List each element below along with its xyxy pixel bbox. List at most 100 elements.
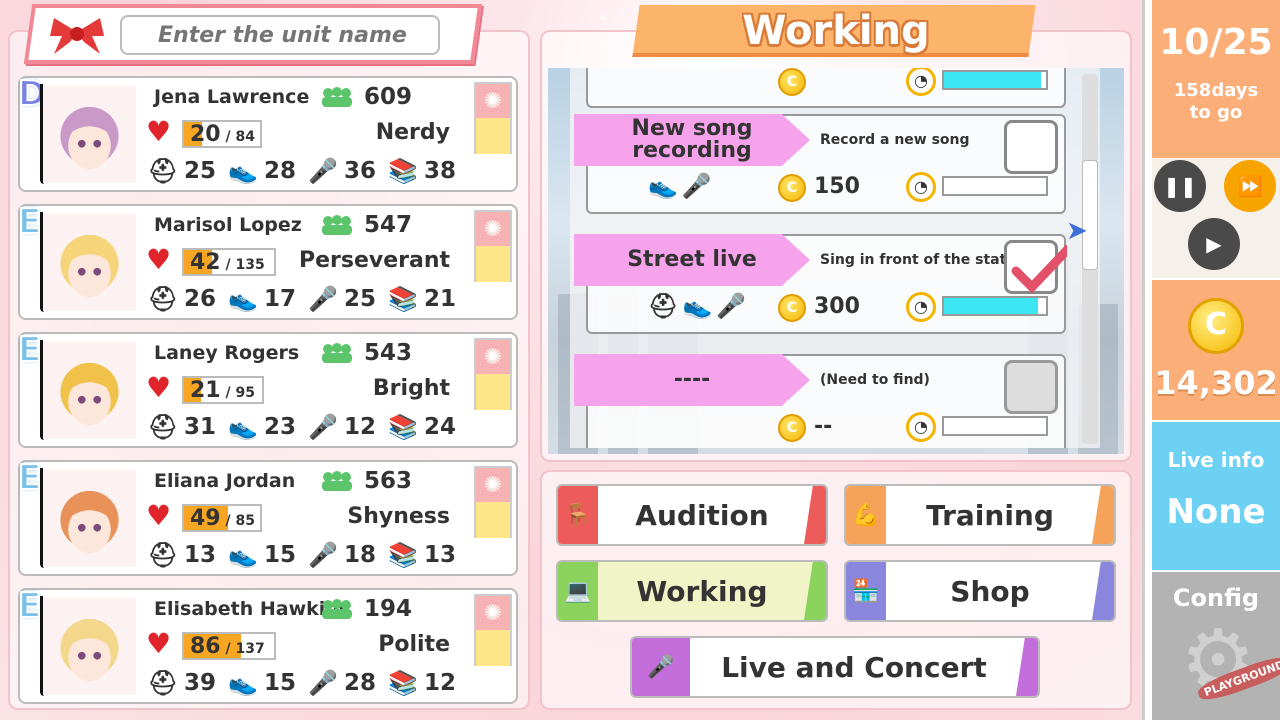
unit-status-box[interactable]: ✺ bbox=[474, 338, 512, 410]
unit-stat: ⛑ 31 bbox=[146, 412, 226, 442]
clock-icon: ◔ bbox=[906, 172, 936, 202]
job-progress bbox=[942, 176, 1048, 196]
unit-status-box[interactable]: ✺ bbox=[474, 82, 512, 154]
stat-value: 17 bbox=[264, 286, 297, 312]
desk-icon: 💻 bbox=[558, 562, 598, 620]
unit-card[interactable]: E Marisol Lopez 547 ♥ 42 / 135 Persevera… bbox=[17, 201, 518, 320]
fast-forward-button[interactable]: ⏩ bbox=[1224, 160, 1276, 212]
heart-icon: ♥ bbox=[146, 627, 172, 660]
audition-icon: 🪑 bbox=[558, 486, 598, 544]
fans-icon bbox=[322, 471, 352, 491]
sidebar-divider bbox=[1142, 0, 1145, 720]
config-label: Config bbox=[1172, 584, 1260, 612]
unit-card[interactable]: E Elisabeth Hawkins 194 ♥ 86 / 137 Polit… bbox=[17, 585, 518, 704]
unit-stat: 👟 28 bbox=[226, 156, 306, 186]
job-pay: -- bbox=[814, 414, 833, 439]
job-name-tag: ---- bbox=[574, 354, 810, 406]
microphone-icon: 🎤 bbox=[308, 285, 338, 313]
shoes-icon: 👟 bbox=[228, 669, 258, 697]
unit-status-box[interactable]: ✺ bbox=[474, 210, 512, 282]
sun-icon: ✺ bbox=[476, 596, 510, 630]
job-progress bbox=[942, 70, 1048, 90]
fans-icon bbox=[322, 215, 352, 235]
microphone-icon: 🎤 bbox=[308, 157, 338, 185]
microphone-icon: 🎤 bbox=[308, 541, 338, 569]
job-scroll-thumb[interactable] bbox=[1082, 160, 1098, 270]
job-checkbox[interactable] bbox=[1004, 360, 1058, 414]
helmet-icon: ⛑ bbox=[147, 285, 179, 313]
helmet-icon: ⛑ bbox=[147, 669, 179, 697]
unit-stat: ⛑ 39 bbox=[146, 668, 226, 698]
unit-status-box[interactable]: ✺ bbox=[474, 466, 512, 538]
unit-name: Marisol Lopez bbox=[154, 214, 302, 236]
stat-value: 28 bbox=[264, 158, 297, 184]
unit-stat: 📚 21 bbox=[386, 284, 466, 314]
clock-icon: ◔ bbox=[906, 68, 936, 96]
fans-icon bbox=[322, 87, 352, 107]
books-icon: 📚 bbox=[388, 541, 418, 569]
stat-value: 31 bbox=[184, 414, 217, 440]
live-concert-button[interactable]: 🎤 Live and Concert bbox=[630, 636, 1040, 698]
money-amount: 14,302 bbox=[1154, 364, 1278, 402]
heart-icon: ♥ bbox=[146, 371, 172, 404]
live-info-label: Live info bbox=[1167, 448, 1265, 472]
days-remaining: 158days to go bbox=[1152, 80, 1280, 124]
unit-stat: 📚 24 bbox=[386, 412, 466, 442]
unit-card[interactable]: D Jena Lawrence 609 ♥ 20 / 84 Nerdy ⛑ 25 👟… bbox=[17, 73, 518, 192]
shoes-icon: 👟 bbox=[228, 157, 258, 185]
coin-icon: C bbox=[778, 68, 806, 96]
fans-icon bbox=[322, 343, 352, 363]
unit-hp: 42 / 135 bbox=[182, 248, 276, 276]
hp-value: 20 bbox=[190, 122, 221, 147]
unit-stat: 🎤 18 bbox=[306, 540, 386, 570]
shop-button[interactable]: 🏪 Shop bbox=[844, 560, 1116, 622]
unit-fans: 194 bbox=[364, 596, 413, 622]
job-card[interactable]: ---- (Need to find) C -- ◔ bbox=[574, 354, 1066, 448]
job-name: New song recording bbox=[631, 116, 753, 163]
audition-button[interactable]: 🪑 Audition bbox=[556, 484, 828, 546]
job-progress-fill bbox=[944, 298, 1038, 314]
stat-value: 24 bbox=[424, 414, 457, 440]
job-checkbox[interactable] bbox=[1004, 120, 1058, 174]
stat-value: 12 bbox=[344, 414, 377, 440]
training-button[interactable]: 💪 Training bbox=[844, 484, 1116, 546]
stat-value: 38 bbox=[424, 158, 457, 184]
unit-stat: 🎤 28 bbox=[306, 668, 386, 698]
job-progress bbox=[942, 416, 1048, 436]
unit-portrait bbox=[40, 468, 136, 568]
unit-stat: 👟 17 bbox=[226, 284, 306, 314]
hp-value: 49 bbox=[190, 506, 221, 531]
coin-icon: C bbox=[778, 174, 806, 202]
audition-label: Audition bbox=[635, 498, 769, 532]
stat-value: 28 bbox=[344, 670, 377, 696]
shoes-icon: 👟 bbox=[228, 541, 258, 569]
bg-dot bbox=[600, 14, 606, 20]
job-progress bbox=[942, 296, 1048, 316]
unit-portrait bbox=[40, 596, 136, 696]
unit-search-input[interactable] bbox=[120, 15, 440, 55]
job-card[interactable]: Street live Sing in front of the station… bbox=[574, 234, 1073, 334]
unit-card[interactable]: E Laney Rogers 543 ♥ 21 / 95 Bright ⛑ 31 👟… bbox=[17, 329, 518, 448]
unit-trait: Shyness bbox=[347, 504, 450, 529]
fans-icon bbox=[322, 599, 352, 619]
unit-stats: ⛑ 26 👟 17 🎤 25 📚 21 bbox=[146, 284, 466, 314]
working-button[interactable]: 💻 Working bbox=[556, 560, 828, 622]
unit-portrait bbox=[40, 84, 136, 184]
job-list[interactable]: C ◔ New song recording Record a new song… bbox=[570, 68, 1100, 448]
unit-card[interactable]: E Eliana Jordan 563 ♥ 49 / 85 Shyness ⛑ 1… bbox=[17, 457, 518, 576]
microphone-icon: 🎤 bbox=[308, 669, 338, 697]
unit-status-box[interactable]: ✺ bbox=[474, 594, 512, 666]
unit-stat: ⛑ 26 bbox=[146, 284, 226, 314]
pause-button[interactable]: ❚❚ bbox=[1154, 160, 1206, 212]
hp-max: 84 bbox=[235, 129, 255, 145]
job-checkbox[interactable] bbox=[1004, 240, 1073, 294]
unit-stat: 📚 38 bbox=[386, 156, 466, 186]
unit-stat: 📚 13 bbox=[386, 540, 466, 570]
sun-icon: ✺ bbox=[476, 468, 510, 502]
heart-icon: ♥ bbox=[146, 499, 172, 532]
play-button[interactable]: ▶ bbox=[1188, 218, 1240, 270]
unit-fans: 543 bbox=[364, 340, 413, 366]
helmet-icon: ⛑ bbox=[147, 541, 179, 569]
working-label: Working bbox=[636, 574, 768, 608]
job-card[interactable]: New song recording Record a new song 👟🎤 … bbox=[574, 114, 1066, 214]
